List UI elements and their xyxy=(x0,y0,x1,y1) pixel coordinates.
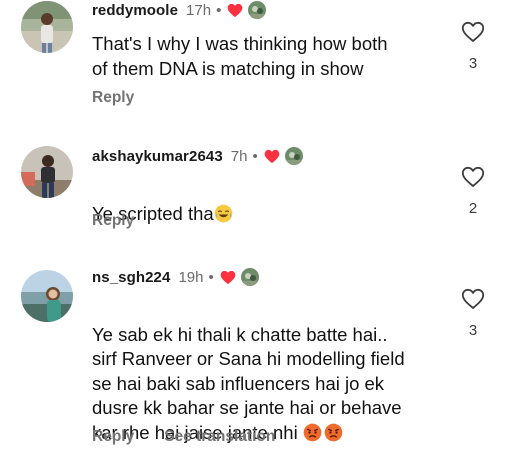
timestamp: 7h xyxy=(230,147,248,165)
like-control: 2 xyxy=(460,166,486,217)
comment-text: That's I why I was thinking how both of … xyxy=(92,33,388,79)
comment-text: Ye scripted tha xyxy=(92,177,442,226)
heart-outline-icon[interactable] xyxy=(460,288,486,310)
comment-meta: akshaykumar2643 7h • xyxy=(92,146,304,166)
like-control: 3 xyxy=(460,288,486,339)
comment-actions: Reply xyxy=(92,89,134,107)
see-translation-button[interactable]: See translation xyxy=(164,428,275,446)
avatar[interactable] xyxy=(21,270,73,322)
angry-face-emoji xyxy=(303,423,322,442)
creator-avatar xyxy=(239,267,260,287)
comment-meta: reddymoole 17h • xyxy=(92,0,268,20)
comment-text-body: Ye sab ek hi thali k chatte batte hai.. … xyxy=(92,323,405,443)
creator-avatar xyxy=(283,146,304,166)
timestamp: 19h xyxy=(178,268,204,286)
comment-meta: ns_sgh224 19h • xyxy=(92,267,260,287)
avatar[interactable] xyxy=(21,1,73,53)
angry-face-emoji xyxy=(324,423,343,442)
avatar[interactable] xyxy=(21,146,73,198)
username[interactable]: ns_sgh224 xyxy=(92,269,170,286)
comment-actions: Reply xyxy=(92,212,134,230)
creator-heart-icon xyxy=(220,270,236,285)
comment-actions: Reply See translation xyxy=(92,428,275,446)
reply-button[interactable]: Reply xyxy=(92,212,134,230)
timestamp: 17h xyxy=(186,1,212,19)
like-count: 3 xyxy=(468,55,478,72)
heart-outline-icon[interactable] xyxy=(460,166,486,188)
separator-dot: • xyxy=(252,147,258,165)
creator-avatar xyxy=(247,0,268,20)
like-count: 3 xyxy=(468,322,478,339)
reply-button[interactable]: Reply xyxy=(92,428,134,446)
like-count: 2 xyxy=(468,200,478,217)
separator-dot: • xyxy=(216,1,222,19)
username[interactable]: reddymoole xyxy=(92,2,178,19)
heart-outline-icon[interactable] xyxy=(460,21,486,43)
like-control: 3 xyxy=(460,21,486,72)
comment-text: Ye sab ek hi thali k chatte batte hai.. … xyxy=(92,298,442,445)
reply-button[interactable]: Reply xyxy=(92,89,134,107)
face-with-tears-of-joy-emoji xyxy=(214,204,233,223)
username[interactable]: akshaykumar2643 xyxy=(92,148,223,165)
creator-heart-icon xyxy=(264,149,280,164)
separator-dot: • xyxy=(208,268,214,286)
creator-heart-icon xyxy=(227,3,243,18)
